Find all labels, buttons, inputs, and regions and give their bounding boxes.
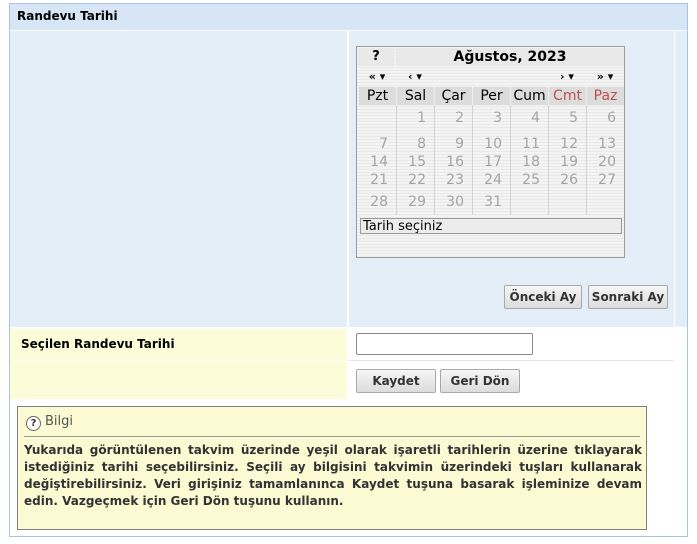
calendar-next-year[interactable]: » ▾ (587, 69, 623, 85)
calendar-day: 24 (484, 172, 502, 188)
calendar-label-cell (10, 31, 347, 327)
calendar-help-button[interactable]: ? (358, 48, 394, 66)
calendar-day: 16 (446, 154, 464, 170)
calendar-day: 6 (607, 110, 616, 126)
calendar-prev-month[interactable]: ‹ ▾ (397, 69, 433, 85)
actions-label-cell (10, 362, 347, 399)
info-text: Yukarıda görüntülenen takvim üzerinde ye… (24, 443, 642, 508)
section-title: Randevu Tarihi (17, 9, 118, 23)
calendar-day: 17 (484, 154, 502, 170)
calendar-day: 19 (560, 154, 578, 170)
calendar-day: 22 (408, 172, 426, 188)
next-year-icon: » (596, 70, 604, 83)
calendar-day: 11 (522, 136, 540, 152)
calendar-month-title: Ağustos, 2023 (396, 48, 624, 66)
calendar-day: 31 (484, 194, 502, 210)
calendar-day: 4 (531, 110, 540, 126)
calendar-day: 7 (379, 136, 388, 152)
calendar-column-separator (548, 105, 549, 215)
calendar-day: 5 (569, 110, 578, 126)
weekday-header: Cmt (549, 87, 586, 105)
info-box: ? Bilgi Yukarıda görüntülenen takvim üzer… (17, 406, 647, 530)
calendar-day: 2 (455, 110, 464, 126)
calendar-day: 3 (493, 110, 502, 126)
info-divider (24, 436, 640, 437)
calendar-day: 26 (560, 172, 578, 188)
calendar-day: 14 (370, 154, 388, 170)
info-header: ? Bilgi (26, 414, 73, 431)
calendar-day: 25 (522, 172, 540, 188)
calendar-day: 1 (417, 110, 426, 126)
calendar-prev-year[interactable]: « ▾ (359, 69, 395, 85)
prev-month-button[interactable]: Önceki Ay (504, 285, 582, 309)
help-icon: ? (26, 416, 41, 431)
calendar-day: 30 (446, 194, 464, 210)
calendar-column-separator (396, 105, 397, 215)
calendar-next-month[interactable]: › ▾ (549, 69, 585, 85)
calendar-day: 23 (446, 172, 464, 188)
weekday-header: Pzt (359, 87, 396, 105)
prev-month-icon: ‹ (408, 70, 413, 83)
save-button[interactable]: Kaydet (356, 369, 436, 393)
calendar-day: 18 (522, 154, 540, 170)
calendar-day: 13 (598, 136, 616, 152)
section-header: Randevu Tarihi (10, 4, 687, 30)
back-button[interactable]: Geri Dön (440, 369, 520, 393)
weekday-header: Sal (397, 87, 434, 105)
weekday-header: Paz (587, 87, 624, 105)
calendar-day: 8 (417, 136, 426, 152)
calendar-status-bar: Tarih seçiniz (360, 218, 622, 234)
calendar-widget: ? Ağustos, 2023 « ▾ ‹ ▾ › ▾ » ▾ Pzt Sal Ça… (356, 46, 625, 258)
calendar-day: 12 (560, 136, 578, 152)
calendar-day: 10 (484, 136, 502, 152)
calendar-day: 27 (598, 172, 616, 188)
calendar-column-separator (586, 105, 587, 215)
calendar-cell-edge (675, 31, 687, 327)
calendar-column-separator (472, 105, 473, 215)
info-title: Bilgi (45, 414, 74, 429)
calendar-column-separator (510, 105, 511, 215)
calendar-day: 29 (408, 194, 426, 210)
calendar-day: 28 (370, 194, 388, 210)
selected-date-input[interactable] (356, 333, 533, 355)
calendar-day: 21 (370, 172, 388, 188)
weekday-header: Cum (511, 87, 548, 105)
next-month-icon: › (560, 70, 565, 83)
calendar-day: 15 (408, 154, 426, 170)
prev-year-icon: « (368, 70, 376, 83)
calendar-day: 20 (598, 154, 616, 170)
calendar-day: 9 (455, 136, 464, 152)
weekday-header: Per (473, 87, 510, 105)
selected-date-label: Seçilen Randevu Tarihi (21, 337, 175, 351)
calendar-column-separator (434, 105, 435, 215)
weekday-header: Çar (435, 87, 472, 105)
next-month-button[interactable]: Sonraki Ay (588, 285, 668, 309)
